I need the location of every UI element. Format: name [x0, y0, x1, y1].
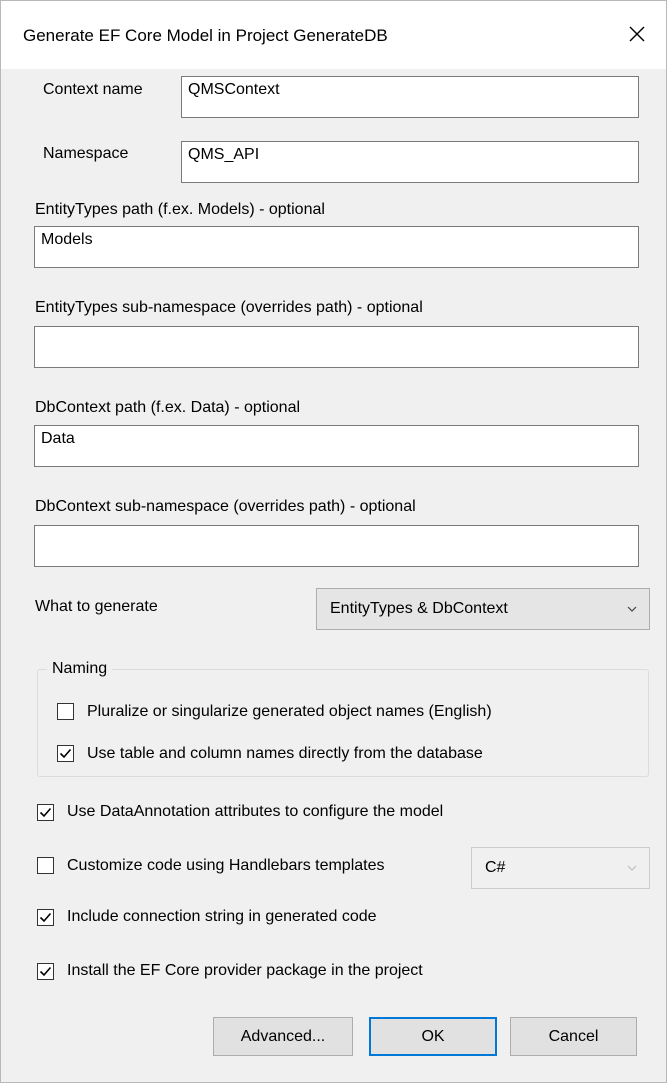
close-icon — [629, 26, 645, 42]
dbcontext-path-label: DbContext path (f.ex. Data) - optional — [35, 399, 301, 416]
use-db-names-label: Use table and column names directly from… — [87, 745, 483, 762]
pluralize-label: Pluralize or singularize generated objec… — [87, 703, 492, 720]
handlebars-label: Customize code using Handlebars template… — [67, 857, 385, 874]
dialog-title: Generate EF Core Model in Project Genera… — [23, 26, 388, 45]
handlebars-checkbox[interactable] — [37, 857, 54, 874]
data-annotations-checkbox[interactable] — [37, 804, 54, 821]
context-name-input[interactable]: QMSContext — [181, 76, 639, 118]
dialog-window: Generate EF Core Model in Project Genera… — [0, 0, 667, 1083]
chevron-down-icon — [627, 865, 637, 871]
context-name-label: Context name — [43, 81, 143, 98]
checkmark-icon — [59, 748, 72, 759]
namespace-label: Namespace — [43, 145, 129, 162]
chevron-down-icon — [627, 606, 637, 612]
pluralize-checkbox[interactable] — [57, 703, 74, 720]
checkmark-icon — [39, 912, 52, 923]
what-to-generate-dropdown[interactable]: EntityTypes & DbContext — [316, 588, 650, 630]
dbcontext-subnamespace-input[interactable] — [34, 525, 639, 567]
dbcontext-subnamespace-label: DbContext sub-namespace (overrides path)… — [35, 498, 416, 515]
use-db-names-checkbox[interactable] — [57, 745, 74, 762]
namespace-input[interactable]: QMS_API — [181, 141, 639, 183]
entity-types-path-label: EntityTypes path (f.ex. Models) - option… — [35, 201, 325, 218]
checkmark-icon — [39, 807, 52, 818]
dbcontext-path-input[interactable]: Data — [34, 425, 639, 467]
entity-types-subnamespace-input[interactable] — [34, 326, 639, 368]
advanced-button[interactable]: Advanced... — [213, 1017, 353, 1056]
handlebars-language-value: C# — [485, 859, 506, 876]
data-annotations-label: Use DataAnnotation attributes to configu… — [67, 803, 444, 820]
close-button[interactable] — [608, 1, 666, 67]
connection-string-label: Include connection string in generated c… — [67, 908, 377, 925]
entity-types-subnamespace-label: EntityTypes sub-namespace (overrides pat… — [35, 299, 423, 316]
entity-types-path-input[interactable]: Models — [34, 226, 639, 268]
title-bar: Generate EF Core Model in Project Genera… — [1, 1, 666, 69]
what-to-generate-value: EntityTypes & DbContext — [330, 600, 508, 617]
install-provider-checkbox[interactable] — [37, 963, 54, 980]
naming-group-legend: Naming — [47, 660, 113, 678]
install-provider-label: Install the EF Core provider package in … — [67, 962, 423, 979]
what-to-generate-label: What to generate — [35, 598, 158, 615]
handlebars-language-dropdown[interactable]: C# — [471, 847, 650, 889]
checkmark-icon — [39, 966, 52, 977]
connection-string-checkbox[interactable] — [37, 909, 54, 926]
cancel-button[interactable]: Cancel — [510, 1017, 637, 1056]
ok-button[interactable]: OK — [369, 1017, 497, 1056]
